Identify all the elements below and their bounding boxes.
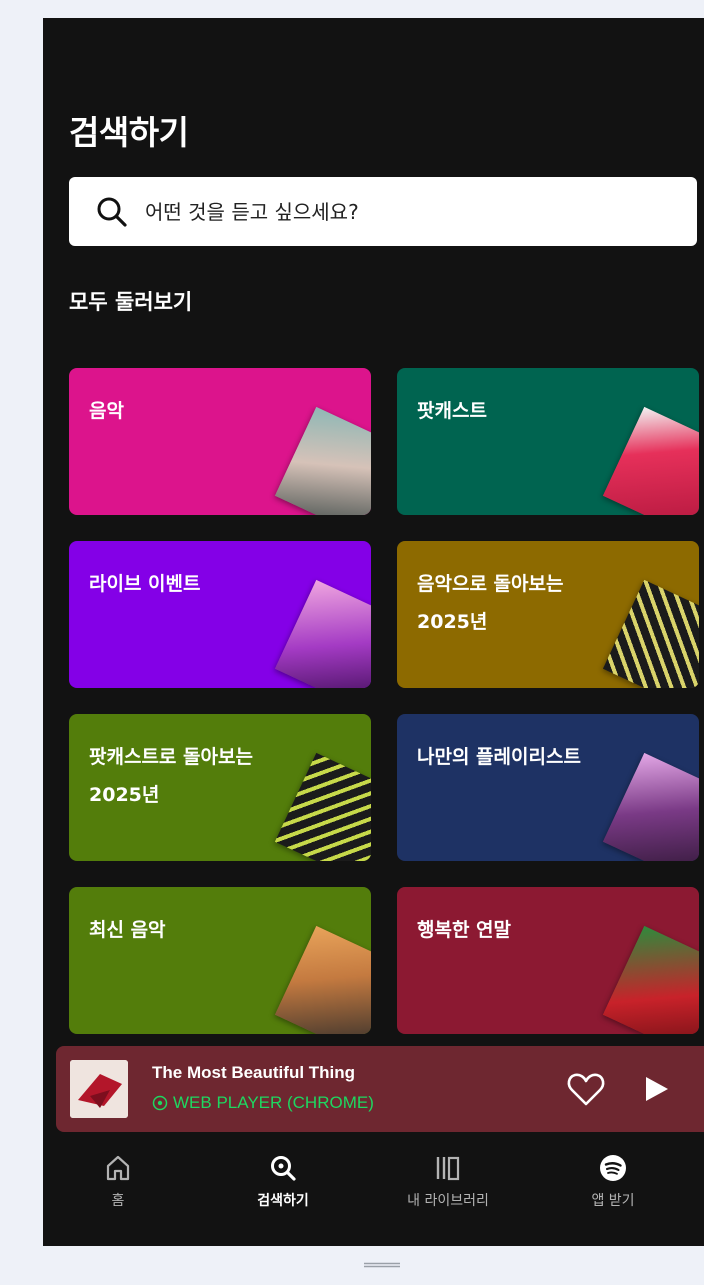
- card-title: 음악으로 돌아보는 2025년: [417, 573, 564, 633]
- device-label: WEB PLAYER (CHROME): [173, 1093, 374, 1112]
- home-icon: [106, 1155, 130, 1181]
- card-cover-image: [602, 406, 699, 515]
- category-card-music-wrapped-2025[interactable]: 음악으로 돌아보는 2025년: [397, 541, 699, 688]
- spotify-icon: [600, 1155, 626, 1181]
- card-cover-image: [274, 406, 371, 515]
- search-icon: [271, 1156, 296, 1181]
- card-title: 행복한 연말: [417, 919, 512, 941]
- page-title: 검색하기: [69, 113, 189, 152]
- search-input[interactable]: [143, 198, 667, 225]
- now-playing-title: The Most Beautiful Thing: [152, 1063, 356, 1082]
- card-title: 최신 음악: [89, 919, 166, 941]
- search-icon: [97, 197, 127, 227]
- nav-item-library[interactable]: 내 라이브러리: [373, 1154, 523, 1210]
- category-card-podcast-wrapped-2025[interactable]: 팟캐스트로 돌아보는 2025년: [69, 714, 371, 861]
- nav-label: 검색하기: [257, 1193, 309, 1209]
- category-card-made-for-you[interactable]: 나만의 플레이리스트: [397, 714, 699, 861]
- card-cover-image: [602, 579, 699, 688]
- library-icon: [436, 1156, 460, 1181]
- category-card-music[interactable]: 음악: [69, 368, 371, 515]
- nav-item-home[interactable]: 홈: [43, 1154, 193, 1210]
- heart-icon[interactable]: [566, 1070, 606, 1108]
- card-title: 팟캐스트: [417, 400, 487, 422]
- nav-label: 홈: [111, 1193, 125, 1209]
- card-title: 라이브 이벤트: [89, 573, 201, 595]
- category-card-live-events[interactable]: 라이브 이벤트: [69, 541, 371, 688]
- nav-label: 앱 받기: [591, 1193, 635, 1209]
- drag-handle[interactable]: [362, 1262, 402, 1268]
- category-card-podcasts[interactable]: 팟캐스트: [397, 368, 699, 515]
- bottom-navigation: 홈 검색하기 내 라이브러리 앱 받기: [43, 1136, 704, 1246]
- browse-all-heading: 모두 둘러보기: [69, 290, 193, 314]
- card-title: 팟캐스트로 돌아보는 2025년: [89, 746, 253, 806]
- nav-item-get-app[interactable]: 앱 받기: [538, 1154, 688, 1210]
- now-playing-cover: [70, 1060, 128, 1118]
- play-icon[interactable]: [640, 1073, 672, 1105]
- now-playing-bar[interactable]: The Most Beautiful Thing WEB PLAYER (CHR…: [56, 1046, 704, 1132]
- card-cover-image: [602, 925, 699, 1034]
- app-window: 검색하기 모두 둘러보기 음악 팟캐스트 라이브 이벤트 음악으로 돌아보는 2…: [43, 18, 704, 1246]
- card-cover-image: [274, 579, 371, 688]
- now-playing-device[interactable]: WEB PLAYER (CHROME): [152, 1093, 374, 1113]
- card-cover-image: [602, 752, 699, 861]
- nav-item-search[interactable]: 검색하기: [208, 1154, 358, 1210]
- speaker-icon: [152, 1095, 168, 1111]
- nav-label: 내 라이브러리: [407, 1193, 489, 1209]
- card-cover-image: [274, 752, 371, 861]
- category-card-holidays[interactable]: 행복한 연말: [397, 887, 699, 1034]
- card-title: 나만의 플레이리스트: [417, 746, 581, 768]
- search-bar[interactable]: [69, 177, 697, 246]
- category-card-new-releases[interactable]: 최신 음악: [69, 887, 371, 1034]
- card-cover-image: [274, 925, 371, 1034]
- card-title: 음악: [89, 400, 124, 422]
